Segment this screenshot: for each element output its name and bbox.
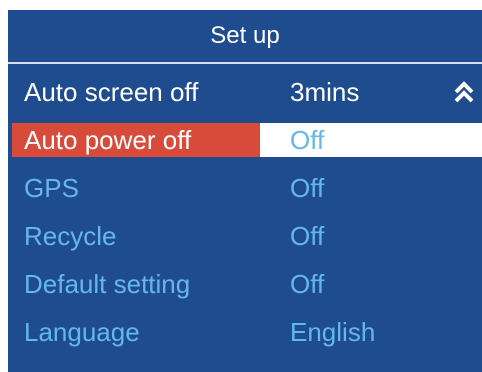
settings-menu: Auto screen off 3mins Auto power off Off… — [8, 68, 482, 356]
menu-item-label: Language — [24, 316, 140, 347]
menu-item-value: Off — [290, 172, 325, 203]
menu-item-language[interactable]: Language English — [8, 308, 482, 356]
menu-item-default-setting[interactable]: Default setting Off — [8, 260, 482, 308]
page-title: Set up — [210, 22, 280, 49]
menu-item-value: Off — [260, 123, 482, 157]
menu-item-recycle[interactable]: Recycle Off — [8, 212, 482, 260]
menu-item-value: English — [290, 316, 376, 347]
menu-item-label: Auto screen off — [24, 76, 199, 107]
menu-item-value: 3mins — [290, 76, 360, 107]
menu-item-gps[interactable]: GPS Off — [8, 164, 482, 212]
menu-item-value: Off — [290, 220, 325, 251]
double-chevron-up-icon[interactable] — [452, 80, 476, 104]
menu-item-label: GPS — [24, 172, 79, 203]
menu-item-label: Default setting — [24, 268, 191, 299]
menu-item-label: Recycle — [24, 220, 117, 251]
menu-item-auto-power-off[interactable]: Auto power off Off — [8, 116, 482, 164]
device-screen: Set up Auto screen off 3mins Auto power … — [8, 10, 482, 372]
menu-item-label: Auto power off — [12, 123, 260, 157]
menu-item-auto-screen-off[interactable]: Auto screen off 3mins — [8, 68, 482, 116]
header: Set up — [8, 10, 482, 64]
menu-item-value: Off — [290, 268, 325, 299]
